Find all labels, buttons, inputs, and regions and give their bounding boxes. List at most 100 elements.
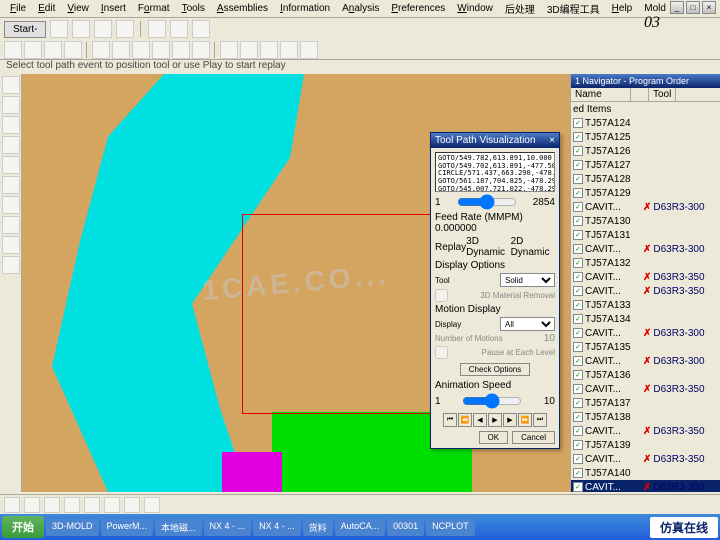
menu-format[interactable]: Format — [132, 1, 176, 16]
taskbar-item[interactable]: NX 4 - ... — [204, 519, 252, 536]
checkbox-icon[interactable]: ✓ — [573, 258, 583, 268]
tab-3d[interactable]: 3D Dynamic — [466, 236, 510, 258]
minimize-icon[interactable]: _ — [670, 1, 684, 14]
nav-item[interactable]: ✓TJ57A127 — [571, 158, 720, 172]
taskbar-item[interactable]: NX 4 - ... — [253, 519, 301, 536]
nav-item[interactable]: ✓CAVIT...✗D63R3-350 — [571, 270, 720, 284]
checkbox-icon[interactable]: ✓ — [573, 188, 583, 198]
menu-information[interactable]: Information — [274, 1, 336, 16]
checkbox-icon[interactable]: ✓ — [573, 482, 583, 492]
nav-item[interactable]: ✓TJ57A139 — [571, 438, 720, 452]
menu-insert[interactable]: Insert — [95, 1, 132, 16]
cancel-button[interactable]: Cancel — [512, 431, 555, 444]
checkbox-icon[interactable]: ✓ — [573, 160, 583, 170]
tool-icon[interactable] — [2, 116, 20, 134]
tool-icon[interactable] — [2, 216, 20, 234]
tool-icon[interactable] — [112, 41, 130, 59]
rewind-icon[interactable]: ⏪ — [458, 413, 472, 427]
nav-item[interactable]: ✓TJ57A138 — [571, 410, 720, 424]
checkbox-icon[interactable]: ✓ — [573, 328, 583, 338]
start-button[interactable]: Start- — [4, 21, 46, 38]
maximize-icon[interactable]: □ — [686, 1, 700, 14]
menu-3dtool[interactable]: 3D编程工具 — [541, 0, 606, 18]
menu-preferences[interactable]: Preferences — [385, 1, 451, 16]
checkbox-icon[interactable]: ✓ — [573, 174, 583, 184]
checkbox-icon[interactable]: ✓ — [573, 230, 583, 240]
checkbox-icon[interactable]: ✓ — [573, 216, 583, 226]
taskbar-item[interactable]: 00301 — [387, 519, 424, 536]
checkbox-icon[interactable]: ✓ — [573, 468, 583, 478]
ok-button[interactable]: OK — [479, 431, 509, 444]
close-icon[interactable]: × — [702, 1, 716, 14]
tool-icon[interactable] — [2, 96, 20, 114]
nav-item[interactable]: ✓TJ57A126 — [571, 144, 720, 158]
tool-icon[interactable] — [2, 76, 20, 94]
nav-item[interactable]: ✓CAVIT...✗D63R3-300 — [571, 354, 720, 368]
menu-tools[interactable]: Tools — [176, 1, 211, 16]
checkbox-icon[interactable]: ✓ — [573, 132, 583, 142]
tool-icon[interactable] — [24, 41, 42, 59]
tool-icon[interactable] — [2, 156, 20, 174]
tool-icon[interactable] — [72, 20, 90, 38]
close-icon[interactable]: × — [549, 135, 555, 146]
nav-item[interactable]: ✓CAVIT...✗D63R3-300 — [571, 242, 720, 256]
tool-icon[interactable] — [64, 497, 80, 513]
nav-item[interactable]: ✓TJ57A125 — [571, 130, 720, 144]
taskbar-item[interactable]: NCPLOT — [426, 519, 475, 536]
col-name[interactable]: Name — [571, 88, 631, 101]
nav-item[interactable]: ✓TJ57A124 — [571, 116, 720, 130]
nav-item[interactable]: ✓TJ57A135 — [571, 340, 720, 354]
checkbox-icon[interactable]: ✓ — [573, 272, 583, 282]
checkbox-icon[interactable]: ✓ — [573, 146, 583, 156]
checkbox-icon[interactable]: ✓ — [573, 440, 583, 450]
taskbar-item[interactable]: 本地磁... — [155, 519, 202, 536]
dialog-titlebar[interactable]: Tool Path Visualization × — [431, 133, 559, 148]
tool-icon[interactable] — [124, 497, 140, 513]
nav-item[interactable]: ✓TJ57A132 — [571, 256, 720, 270]
menu-file[interactable]: File — [4, 1, 32, 16]
tool-icon[interactable] — [2, 196, 20, 214]
checkbox-icon[interactable]: ✓ — [573, 412, 583, 422]
forward-end-icon[interactable]: ⏭ — [533, 413, 547, 427]
nav-item[interactable]: ✓TJ57A133 — [571, 298, 720, 312]
display-select[interactable]: All — [500, 317, 555, 331]
tool-icon[interactable] — [260, 41, 278, 59]
checkbox-icon[interactable]: ✓ — [573, 370, 583, 380]
checkbox-icon[interactable]: ✓ — [573, 398, 583, 408]
tool-icon[interactable] — [4, 41, 22, 59]
menu-edit[interactable]: Edit — [32, 1, 61, 16]
checkbox-icon[interactable]: ✓ — [573, 426, 583, 436]
nav-item[interactable]: ✓CAVIT...✗D63R3-300 — [571, 326, 720, 340]
checkbox-icon[interactable]: ✓ — [573, 356, 583, 366]
tool-select[interactable]: Solid — [500, 273, 555, 287]
checkbox-icon[interactable]: ✓ — [573, 454, 583, 464]
tool-icon[interactable] — [192, 20, 210, 38]
tool-icon[interactable] — [192, 41, 210, 59]
tool-icon[interactable] — [50, 20, 68, 38]
col-status[interactable] — [631, 88, 649, 101]
position-slider[interactable] — [457, 194, 517, 210]
menu-view[interactable]: View — [61, 1, 95, 16]
tool-icon[interactable] — [24, 497, 40, 513]
unused-items[interactable]: ed Items — [571, 102, 720, 116]
menu-postprocess[interactable]: 后处理 — [499, 0, 541, 18]
nav-item[interactable]: ✓CAVIT...✗D63R3-350 — [571, 382, 720, 396]
step-fwd-icon[interactable]: ▶ — [503, 413, 517, 427]
play-icon[interactable]: ▶ — [488, 413, 502, 427]
tool-icon[interactable] — [2, 256, 20, 274]
taskbar-item[interactable]: 货料 — [303, 519, 333, 536]
nav-item[interactable]: ✓TJ57A137 — [571, 396, 720, 410]
checkbox-icon[interactable]: ✓ — [573, 342, 583, 352]
step-back-icon[interactable]: ◀ — [473, 413, 487, 427]
tool-icon[interactable] — [300, 41, 318, 59]
menu-help[interactable]: Help — [606, 1, 639, 16]
tool-icon[interactable] — [280, 41, 298, 59]
checkbox-icon[interactable]: ✓ — [573, 118, 583, 128]
start-menu-button[interactable]: 开始 — [2, 516, 44, 538]
menu-analysis[interactable]: Analysis — [336, 1, 385, 16]
tool-icon[interactable] — [44, 41, 62, 59]
tool-icon[interactable] — [2, 236, 20, 254]
tool-icon[interactable] — [94, 20, 112, 38]
tool-icon[interactable] — [132, 41, 150, 59]
taskbar-item[interactable]: AutoCA... — [335, 519, 386, 536]
